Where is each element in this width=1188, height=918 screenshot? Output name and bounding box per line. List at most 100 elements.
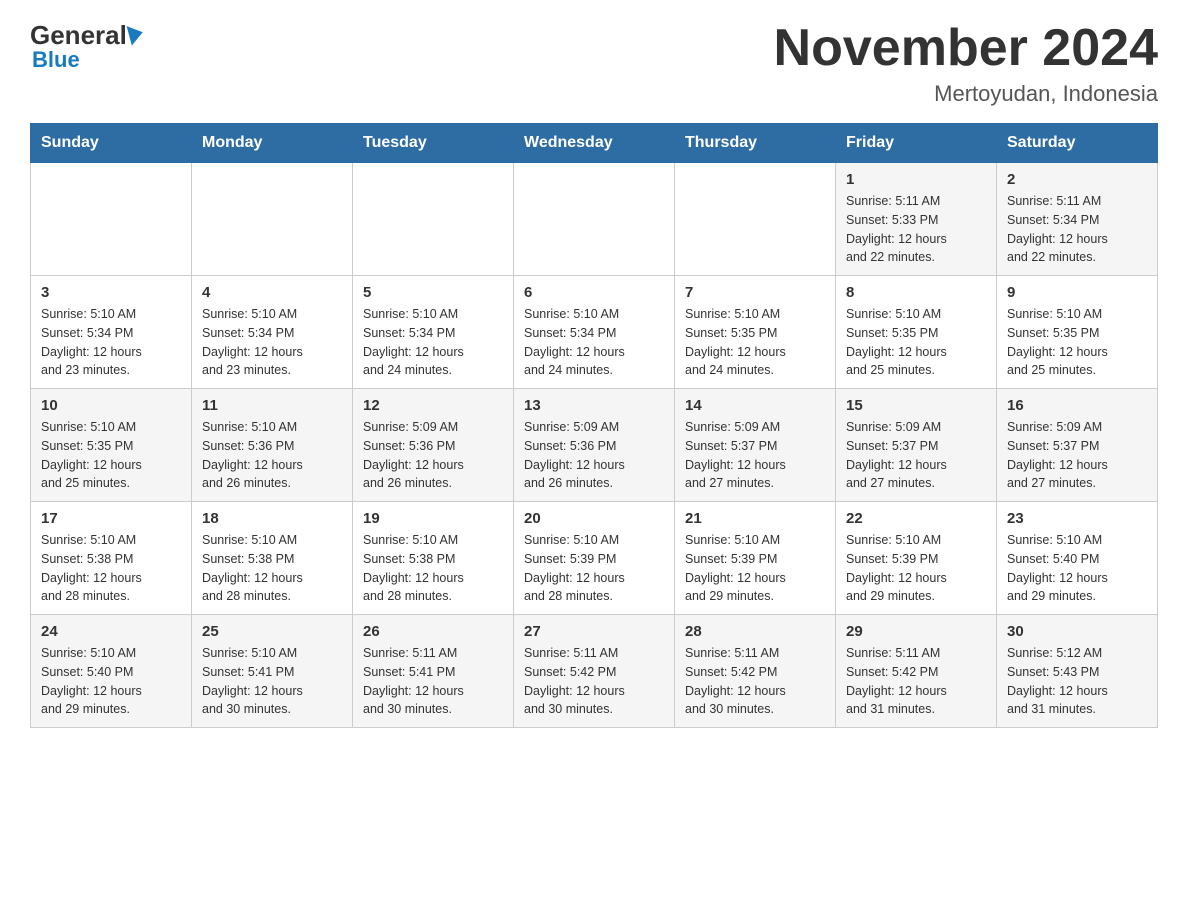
day-number: 2 [1007, 171, 1147, 188]
day-number: 25 [202, 623, 342, 640]
day-info: Sunrise: 5:10 AMSunset: 5:39 PMDaylight:… [846, 531, 986, 606]
day-number: 1 [846, 171, 986, 188]
col-tuesday: Tuesday [353, 124, 514, 163]
day-number: 14 [685, 397, 825, 414]
calendar-cell: 21 Sunrise: 5:10 AMSunset: 5:39 PMDayligh… [675, 502, 836, 615]
calendar-cell: 2 Sunrise: 5:11 AMSunset: 5:34 PMDaylight… [997, 163, 1158, 276]
calendar-cell [353, 163, 514, 276]
day-info: Sunrise: 5:09 AMSunset: 5:37 PMDaylight:… [685, 418, 825, 493]
calendar-table: Sunday Monday Tuesday Wednesday Thursday… [30, 123, 1158, 728]
day-number: 29 [846, 623, 986, 640]
day-info: Sunrise: 5:11 AMSunset: 5:34 PMDaylight:… [1007, 192, 1147, 267]
calendar-cell: 29 Sunrise: 5:11 AMSunset: 5:42 PMDayligh… [836, 615, 997, 728]
day-info: Sunrise: 5:10 AMSunset: 5:38 PMDaylight:… [202, 531, 342, 606]
day-info: Sunrise: 5:10 AMSunset: 5:34 PMDaylight:… [202, 305, 342, 380]
day-number: 3 [41, 284, 181, 301]
day-number: 9 [1007, 284, 1147, 301]
day-info: Sunrise: 5:10 AMSunset: 5:38 PMDaylight:… [363, 531, 503, 606]
calendar-cell: 16Sunrise: 5:09 AMSunset: 5:37 PMDayligh… [997, 389, 1158, 502]
day-info: Sunrise: 5:10 AMSunset: 5:34 PMDaylight:… [41, 305, 181, 380]
location-subtitle: Mertoyudan, Indonesia [774, 81, 1158, 107]
calendar-cell: 24 Sunrise: 5:10 AMSunset: 5:40 PMDayligh… [31, 615, 192, 728]
day-number: 12 [363, 397, 503, 414]
week-row-3: 10 Sunrise: 5:10 AMSunset: 5:35 PMDayligh… [31, 389, 1158, 502]
day-number: 7 [685, 284, 825, 301]
day-number: 21 [685, 510, 825, 527]
title-section: November 2024 Mertoyudan, Indonesia [774, 20, 1158, 107]
week-row-5: 24 Sunrise: 5:10 AMSunset: 5:40 PMDayligh… [31, 615, 1158, 728]
calendar-cell [675, 163, 836, 276]
day-info: Sunrise: 5:11 AMSunset: 5:42 PMDaylight:… [524, 644, 664, 719]
page-title: November 2024 [774, 20, 1158, 77]
day-info: Sunrise: 5:10 AMSunset: 5:41 PMDaylight:… [202, 644, 342, 719]
col-friday: Friday [836, 124, 997, 163]
day-number: 22 [846, 510, 986, 527]
calendar-cell [192, 163, 353, 276]
day-info: Sunrise: 5:10 AMSunset: 5:38 PMDaylight:… [41, 531, 181, 606]
day-info: Sunrise: 5:10 AMSunset: 5:34 PMDaylight:… [363, 305, 503, 380]
day-info: Sunrise: 5:10 AMSunset: 5:40 PMDaylight:… [41, 644, 181, 719]
day-number: 11 [202, 397, 342, 414]
calendar-cell: 20Sunrise: 5:10 AMSunset: 5:39 PMDayligh… [514, 502, 675, 615]
col-saturday: Saturday [997, 124, 1158, 163]
col-wednesday: Wednesday [514, 124, 675, 163]
day-info: Sunrise: 5:10 AMSunset: 5:39 PMDaylight:… [685, 531, 825, 606]
calendar-cell: 22 Sunrise: 5:10 AMSunset: 5:39 PMDayligh… [836, 502, 997, 615]
day-info: Sunrise: 5:11 AMSunset: 5:42 PMDaylight:… [685, 644, 825, 719]
calendar-cell: 10 Sunrise: 5:10 AMSunset: 5:35 PMDayligh… [31, 389, 192, 502]
day-info: Sunrise: 5:09 AMSunset: 5:36 PMDaylight:… [524, 418, 664, 493]
day-info: Sunrise: 5:11 AMSunset: 5:41 PMDaylight:… [363, 644, 503, 719]
day-info: Sunrise: 5:10 AMSunset: 5:40 PMDaylight:… [1007, 531, 1147, 606]
logo: General Blue [30, 20, 143, 73]
day-number: 30 [1007, 623, 1147, 640]
day-info: Sunrise: 5:09 AMSunset: 5:36 PMDaylight:… [363, 418, 503, 493]
week-row-2: 3 Sunrise: 5:10 AMSunset: 5:34 PMDaylight… [31, 276, 1158, 389]
calendar-cell: 26 Sunrise: 5:11 AMSunset: 5:41 PMDayligh… [353, 615, 514, 728]
col-thursday: Thursday [675, 124, 836, 163]
day-number: 23 [1007, 510, 1147, 527]
calendar-cell: 25 Sunrise: 5:10 AMSunset: 5:41 PMDayligh… [192, 615, 353, 728]
calendar-cell: 19 Sunrise: 5:10 AMSunset: 5:38 PMDayligh… [353, 502, 514, 615]
day-info: Sunrise: 5:10 AMSunset: 5:35 PMDaylight:… [41, 418, 181, 493]
day-number: 24 [41, 623, 181, 640]
calendar-cell: 1 Sunrise: 5:11 AMSunset: 5:33 PMDaylight… [836, 163, 997, 276]
col-sunday: Sunday [31, 124, 192, 163]
calendar-cell: 18 Sunrise: 5:10 AMSunset: 5:38 PMDayligh… [192, 502, 353, 615]
calendar-cell: 3 Sunrise: 5:10 AMSunset: 5:34 PMDaylight… [31, 276, 192, 389]
day-number: 28 [685, 623, 825, 640]
day-info: Sunrise: 5:12 AMSunset: 5:43 PMDaylight:… [1007, 644, 1147, 719]
week-row-4: 17 Sunrise: 5:10 AMSunset: 5:38 PMDayligh… [31, 502, 1158, 615]
day-number: 17 [41, 510, 181, 527]
calendar-header-row: Sunday Monday Tuesday Wednesday Thursday… [31, 124, 1158, 163]
day-info: Sunrise: 5:10 AMSunset: 5:39 PMDaylight:… [524, 531, 664, 606]
calendar-cell [514, 163, 675, 276]
calendar-cell: 5 Sunrise: 5:10 AMSunset: 5:34 PMDaylight… [353, 276, 514, 389]
day-number: 19 [363, 510, 503, 527]
day-info: Sunrise: 5:11 AMSunset: 5:33 PMDaylight:… [846, 192, 986, 267]
calendar-cell: 4 Sunrise: 5:10 AMSunset: 5:34 PMDaylight… [192, 276, 353, 389]
page-header: General Blue November 2024 Mertoyudan, I… [30, 20, 1158, 107]
day-number: 18 [202, 510, 342, 527]
calendar-cell: 6Sunrise: 5:10 AMSunset: 5:34 PMDaylight… [514, 276, 675, 389]
calendar-cell: 11Sunrise: 5:10 AMSunset: 5:36 PMDayligh… [192, 389, 353, 502]
day-number: 4 [202, 284, 342, 301]
col-monday: Monday [192, 124, 353, 163]
calendar-cell: 8 Sunrise: 5:10 AMSunset: 5:35 PMDaylight… [836, 276, 997, 389]
logo-arrow-icon [126, 22, 145, 45]
calendar-cell: 13Sunrise: 5:09 AMSunset: 5:36 PMDayligh… [514, 389, 675, 502]
day-info: Sunrise: 5:10 AMSunset: 5:35 PMDaylight:… [846, 305, 986, 380]
day-number: 26 [363, 623, 503, 640]
day-number: 5 [363, 284, 503, 301]
calendar-cell: 9 Sunrise: 5:10 AMSunset: 5:35 PMDaylight… [997, 276, 1158, 389]
day-number: 15 [846, 397, 986, 414]
logo-blue: Blue [32, 47, 80, 73]
day-number: 8 [846, 284, 986, 301]
day-info: Sunrise: 5:10 AMSunset: 5:35 PMDaylight:… [1007, 305, 1147, 380]
week-row-1: 1 Sunrise: 5:11 AMSunset: 5:33 PMDaylight… [31, 163, 1158, 276]
day-number: 10 [41, 397, 181, 414]
calendar-cell: 15Sunrise: 5:09 AMSunset: 5:37 PMDayligh… [836, 389, 997, 502]
calendar-cell [31, 163, 192, 276]
day-info: Sunrise: 5:11 AMSunset: 5:42 PMDaylight:… [846, 644, 986, 719]
day-number: 27 [524, 623, 664, 640]
day-info: Sunrise: 5:10 AMSunset: 5:35 PMDaylight:… [685, 305, 825, 380]
